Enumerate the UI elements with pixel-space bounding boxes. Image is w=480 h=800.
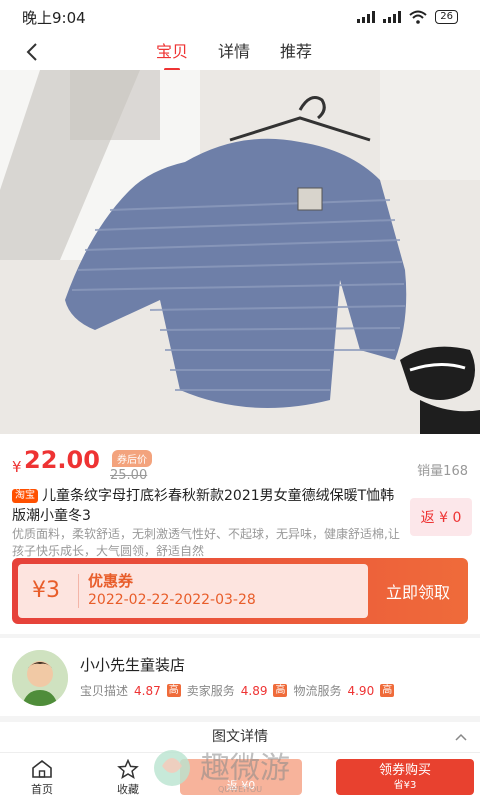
coupon-card[interactable]: ¥3 优惠券 2022-02-22-2022-03-28 立即领取 xyxy=(12,558,468,624)
product-title: 淘宝 儿童条纹字母打底衫春秋新款2021男女童德绒保暖T恤韩版潮小童冬3 xyxy=(12,486,402,526)
claim-coupon-button[interactable]: 立即领取 xyxy=(368,558,468,624)
score-level-badge: 高 xyxy=(273,684,288,697)
sales-count: 销量168 xyxy=(417,464,468,479)
price-block: ¥ 22.00 券后价 25.00 销量168 淘宝 儿童条纹字母打底衫春秋新款2… xyxy=(0,434,480,634)
shop-name[interactable]: 小小先生童装店 xyxy=(80,654,185,675)
coupon-divider xyxy=(78,574,79,608)
status-icons: 26 xyxy=(357,10,458,24)
buy-label: 领券购买 xyxy=(378,762,431,778)
buy-save: 省¥3 xyxy=(393,779,417,791)
battery-icon: 26 xyxy=(435,10,458,24)
wifi-icon xyxy=(409,10,427,24)
buy-with-coupon-button[interactable]: 领券购买 省¥3 xyxy=(336,759,474,795)
score-label: 卖家服务 xyxy=(186,684,235,698)
chevron-up-icon[interactable] xyxy=(454,730,468,744)
rebate-badge: 返 ¥ 0 xyxy=(410,498,472,536)
shop-avatar[interactable] xyxy=(12,650,68,706)
status-time: 晚上9:04 xyxy=(22,8,86,27)
tab-item[interactable]: 宝贝 xyxy=(156,38,188,71)
score-value: 4.87 xyxy=(134,683,161,698)
score-label: 宝贝描述 xyxy=(80,684,129,698)
coupon-info: ¥3 优惠券 2022-02-22-2022-03-28 xyxy=(18,564,368,618)
original-price: 25.00 xyxy=(110,468,148,483)
score-value: 4.89 xyxy=(240,683,268,698)
status-bar: 晚上9:04 26 xyxy=(0,0,480,34)
favorite-label: 收藏 xyxy=(117,783,139,796)
home-button[interactable]: 首页 xyxy=(12,759,72,797)
tab-details[interactable]: 详情 xyxy=(218,38,250,62)
price-row: ¥ 22.00 券后价 25.00 销量168 xyxy=(12,444,468,484)
details-title: 图文详情 xyxy=(212,729,268,745)
home-label: 首页 xyxy=(31,783,53,796)
product-image[interactable] xyxy=(0,70,480,434)
score-level-badge: 高 xyxy=(166,684,181,697)
currency-symbol: ¥ xyxy=(12,458,22,476)
back-icon[interactable] xyxy=(20,40,44,64)
signal-icon-2 xyxy=(383,11,402,23)
coupon-amount: ¥3 xyxy=(32,578,60,603)
tab-bar: 宝贝 详情 推荐 xyxy=(156,38,312,71)
product-description: 优质面料，柔软舒适，无刺激透气性好、不起球，无异味，健康舒适棉,让孩子快乐成长，… xyxy=(12,527,400,558)
details-header[interactable]: 图文详情 xyxy=(0,722,480,752)
signal-icon xyxy=(357,11,376,23)
current-price: 22.00 xyxy=(24,446,100,474)
coupon-dates: 2022-02-22-2022-03-28 xyxy=(88,592,256,608)
nav-bar: 宝贝 详情 推荐 xyxy=(0,34,480,71)
score-label: 物流服务 xyxy=(293,684,342,698)
product-title-text: 儿童条纹字母打底衫春秋新款2021男女童德绒保暖T恤韩版潮小童冬3 xyxy=(12,488,395,524)
shop-scores: 宝贝描述 4.87 高 卖家服务 4.89 高 物流服务 4.90 高 xyxy=(80,682,395,699)
platform-tag: 淘宝 xyxy=(12,489,38,503)
favorite-button[interactable]: 收藏 xyxy=(98,759,158,797)
after-coupon-badge: 券后价 xyxy=(112,450,152,467)
bottom-bar: 首页 收藏 返 ¥0 领券购买 省¥3 xyxy=(0,752,480,800)
star-icon xyxy=(117,759,139,779)
score-value: 4.90 xyxy=(347,683,375,698)
shop-block[interactable]: 小小先生童装店 宝贝描述 4.87 高 卖家服务 4.89 高 物流服务 4.9… xyxy=(0,638,480,716)
score-level-badge: 高 xyxy=(380,684,395,697)
share-rebate-button[interactable]: 返 ¥0 xyxy=(180,759,302,795)
share-rebate-label: 返 ¥0 xyxy=(226,779,256,792)
home-icon xyxy=(32,759,52,778)
coupon-label: 优惠券 xyxy=(88,572,134,590)
tab-recommend[interactable]: 推荐 xyxy=(280,38,312,62)
